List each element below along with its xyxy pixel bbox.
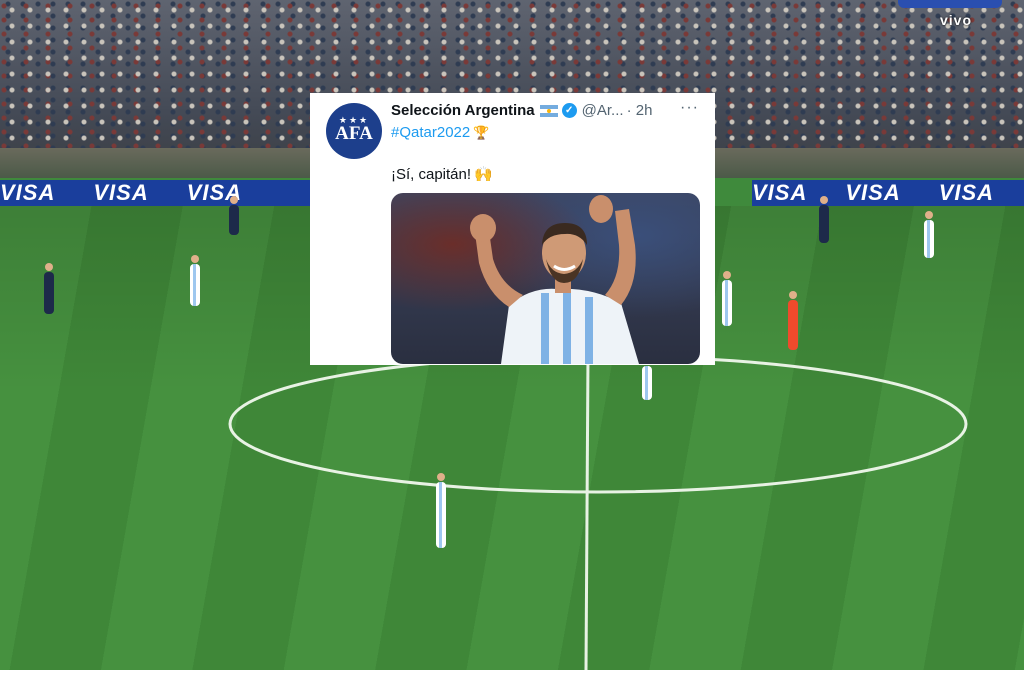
account-avatar[interactable]: ★★★ AFA [326,103,382,159]
ad-board-text: VISA [752,180,808,205]
ad-board-text: VISA [0,180,56,205]
player [819,196,829,243]
player [722,271,732,326]
live-label: vivo [939,12,972,28]
player [229,196,239,235]
verified-badge-icon: ✓ [561,103,577,118]
ad-board-text: VISA [845,180,901,205]
tweet-card[interactable]: ★★★ AFA Selección Argentina ✓ @Ar... · 2… [310,93,715,365]
broadcaster-bar [898,0,1002,8]
avatar-logo-text: AFA [335,123,373,144]
player [642,357,652,400]
account-name[interactable]: Selección Argentina [391,102,535,119]
celebrating-player-illustration [470,195,639,364]
flag-argentina-icon [539,104,558,117]
stars-icon: ★★★ [338,115,370,125]
tweet-timestamp[interactable]: · 2h [627,102,653,119]
referee [788,291,798,350]
tweet-header: Selección Argentina ✓ @Ar... · 2h [391,102,652,119]
more-options-icon[interactable]: ··· [680,99,699,117]
ad-board-text: VISA [938,180,995,205]
trophy-icon: 🏆 [473,125,490,140]
player [44,263,54,314]
ad-board-text: VISA [93,180,149,205]
player [190,255,200,306]
account-handle[interactable]: @Ar... [582,102,624,119]
hashtag-link[interactable]: #Qatar2022 [391,124,470,141]
tweet-photo[interactable] [391,193,700,364]
halfway-line [584,355,590,670]
ad-board-right: VISA VISA VISA [752,180,1024,206]
raised-hands-icon: 🙌 [474,166,493,183]
player [924,211,934,258]
player [436,473,446,548]
tweet-message: ¡Sí, capitán! [391,166,472,183]
center-circle [228,354,968,494]
tweet-text: ¡Sí, capitán! 🙌 [391,165,493,183]
ad-board-left: VISA VISA VISA [0,180,310,206]
hashtag-line: #Qatar2022 🏆 [391,124,489,141]
